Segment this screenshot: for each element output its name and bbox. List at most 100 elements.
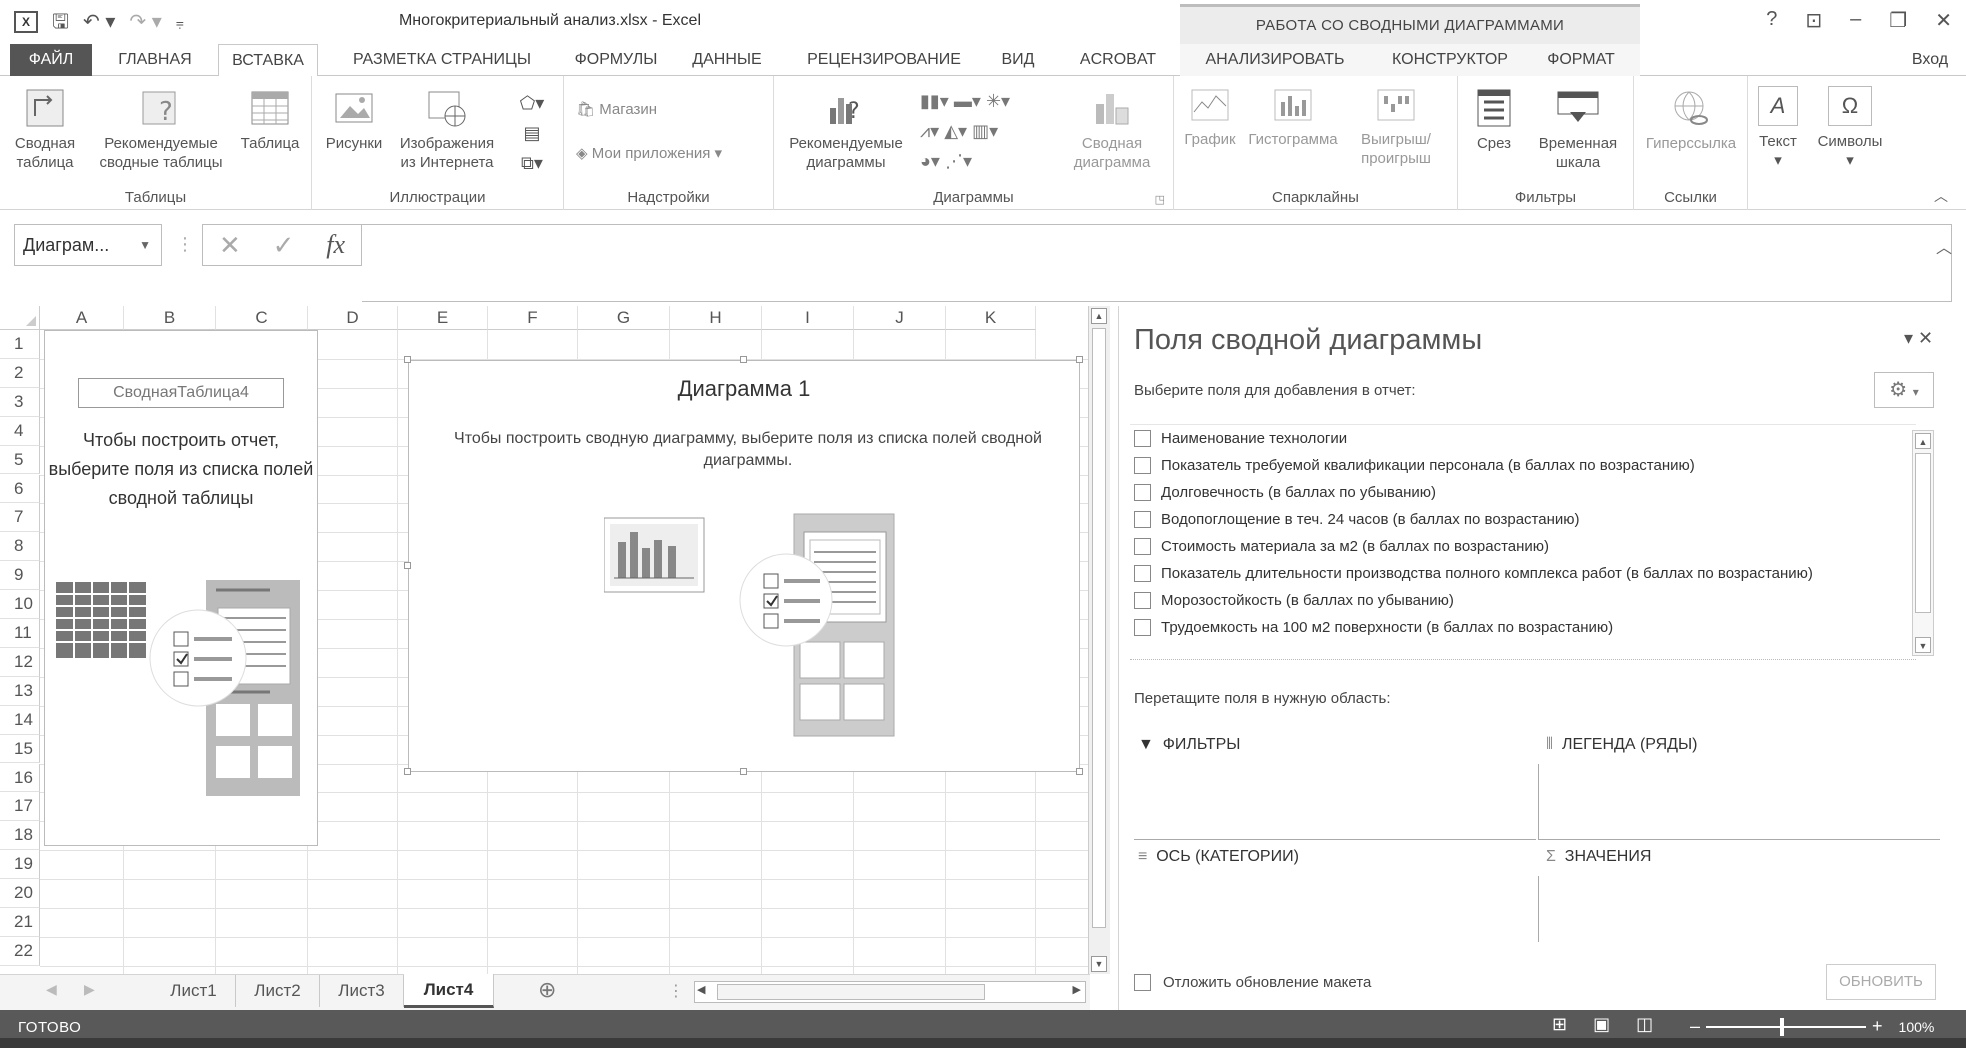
add-sheet-icon[interactable]: ⊕ xyxy=(538,977,556,1003)
values-drop-zone[interactable] xyxy=(1538,876,1940,942)
row-header[interactable]: 11 xyxy=(0,619,40,648)
sign-in-link[interactable]: Вход xyxy=(1900,44,1960,76)
enter-icon[interactable]: ✓ xyxy=(273,230,295,261)
resize-handle[interactable] xyxy=(740,356,747,363)
chart-title[interactable]: Диаграмма 1 xyxy=(408,376,1080,402)
sparkline-winloss-button[interactable]: Выигрыш/ проигрыш xyxy=(1346,88,1446,168)
column-header[interactable]: A xyxy=(40,306,124,330)
zoom-in-icon[interactable]: + xyxy=(1872,1016,1883,1037)
tab-review[interactable]: РЕЦЕНЗИРОВАНИЕ xyxy=(790,44,978,76)
zoom-out-icon[interactable]: – xyxy=(1690,1016,1700,1037)
sheet-tab[interactable]: Лист1 xyxy=(152,975,236,1007)
cancel-icon[interactable]: ✕ xyxy=(219,230,241,261)
row-header[interactable]: 4 xyxy=(0,416,40,446)
resize-handle[interactable] xyxy=(404,356,411,363)
field-item[interactable]: Показатель длительности производства пол… xyxy=(1134,565,1813,582)
tab-file[interactable]: ФАЙЛ xyxy=(10,44,92,76)
filters-drop-zone[interactable] xyxy=(1134,764,1536,840)
row-header[interactable]: 12 xyxy=(0,647,40,677)
resize-handle[interactable] xyxy=(1076,356,1083,363)
row-header[interactable]: 20 xyxy=(0,879,40,908)
column-header[interactable]: E xyxy=(398,306,488,330)
sheet-tab[interactable]: Лист2 xyxy=(236,975,320,1007)
tab-home[interactable]: ГЛАВНАЯ xyxy=(104,44,206,76)
row-header[interactable]: 18 xyxy=(0,821,40,851)
scroll-up-icon[interactable]: ▲ xyxy=(1915,433,1931,449)
sparkline-column-button[interactable]: Гистограмма xyxy=(1240,88,1346,149)
column-header[interactable]: I xyxy=(762,306,854,330)
sheet-tab[interactable]: Лист3 xyxy=(320,975,404,1007)
scroll-thumb[interactable] xyxy=(1092,328,1106,928)
close-icon[interactable]: ✕ xyxy=(1935,8,1952,33)
online-pictures-button[interactable]: Изображения из Интернета xyxy=(390,88,504,172)
column-header[interactable]: J xyxy=(854,306,946,330)
shapes-icon[interactable]: ⬠▾ xyxy=(512,88,552,118)
restore-icon[interactable]: ❐ xyxy=(1889,8,1907,33)
defer-update-row[interactable]: Отложить обновление макета xyxy=(1134,974,1371,991)
store-button[interactable]: 🛍 Магазин xyxy=(576,100,657,119)
zoom-slider[interactable] xyxy=(1706,1017,1867,1036)
field-item[interactable]: Наименование технологии xyxy=(1134,430,1347,447)
tools-gear-button[interactable]: ⚙ ▾ xyxy=(1874,372,1934,408)
line-chart-icon[interactable]: ⩘▾ xyxy=(920,121,939,141)
insert-function-icon[interactable]: fx xyxy=(326,230,345,260)
field-item[interactable]: Водопоглощение в теч. 24 часов (в баллах… xyxy=(1134,511,1580,528)
resize-handle[interactable] xyxy=(1076,768,1083,775)
vertical-scrollbar[interactable]: ▲ ▼ xyxy=(1088,306,1110,974)
symbols-button[interactable]: Ω Символы ▾ xyxy=(1810,86,1890,170)
expand-formula-icon[interactable]: ︿ xyxy=(1936,234,1952,258)
page-layout-view-icon[interactable]: ▣ xyxy=(1593,1014,1610,1035)
my-apps-button[interactable]: ◈ Мои приложения ▾ xyxy=(576,144,722,163)
checkbox[interactable] xyxy=(1134,457,1151,474)
sheet-tab-active[interactable]: Лист4 xyxy=(404,974,494,1008)
row-header[interactable]: 16 xyxy=(0,763,40,793)
resize-handle[interactable] xyxy=(404,768,411,775)
tab-format[interactable]: ФОРМАТ xyxy=(1536,44,1626,76)
checkbox[interactable] xyxy=(1134,484,1151,501)
checkbox[interactable] xyxy=(1134,538,1151,555)
tab-data[interactable]: ДАННЫЕ xyxy=(680,44,774,76)
row-header[interactable]: 14 xyxy=(0,705,40,735)
select-all-corner[interactable] xyxy=(0,306,40,330)
column-header[interactable]: B xyxy=(124,306,216,330)
scroll-right-icon[interactable]: ▶ xyxy=(1073,983,1081,996)
row-header[interactable]: 19 xyxy=(0,850,40,880)
slicer-button[interactable]: Срез xyxy=(1464,88,1524,153)
axis-drop-zone[interactable] xyxy=(1134,876,1536,942)
chevron-down-icon[interactable]: ▼ xyxy=(139,225,151,265)
horizontal-scrollbar[interactable]: ◀ ▶ xyxy=(694,981,1086,1003)
tab-analyze[interactable]: АНАЛИЗИРОВАТЬ xyxy=(1196,44,1354,76)
row-header[interactable]: 13 xyxy=(0,676,40,706)
scroll-sheets-left-icon[interactable]: ◀ xyxy=(46,981,57,998)
tab-acrobat[interactable]: ACROBAT xyxy=(1068,44,1168,76)
statistic-chart-icon[interactable]: ▥▾ xyxy=(972,121,998,141)
minimize-icon[interactable]: – xyxy=(1850,8,1861,33)
field-item[interactable]: Стоимость материала за м2 (в баллах по в… xyxy=(1134,538,1549,555)
collapse-ribbon-icon[interactable]: ︿ xyxy=(1934,186,1948,206)
column-header[interactable]: G xyxy=(578,306,670,330)
checkbox[interactable] xyxy=(1134,592,1151,609)
scatter-chart-icon[interactable]: ⋰▾ xyxy=(945,151,972,171)
recommended-pivot-button[interactable]: ? Рекомендуемые сводные таблицы xyxy=(94,88,228,172)
table-button[interactable]: Таблица xyxy=(232,88,308,153)
field-item[interactable]: Морозостойкость (в баллах по убыванию) xyxy=(1134,592,1454,609)
shapes-smartart-buttons[interactable]: ⬠▾ ▤ ⧉▾ xyxy=(512,88,552,178)
row-header[interactable]: 22 xyxy=(0,936,40,966)
smartart-icon[interactable]: ▤ xyxy=(512,118,552,148)
field-list-scrollbar[interactable]: ▲ ▼ xyxy=(1912,430,1934,656)
tab-insert[interactable]: ВСТАВКА xyxy=(218,44,318,77)
row-header[interactable]: 7 xyxy=(0,503,40,533)
update-button[interactable]: ОБНОВИТЬ xyxy=(1826,964,1936,1000)
field-item[interactable]: Трудоемкость на 100 м2 поверхности (в ба… xyxy=(1134,619,1613,636)
scroll-sheets-right-icon[interactable]: ▶ xyxy=(84,981,95,998)
checkbox[interactable] xyxy=(1134,511,1151,528)
recommended-charts-button[interactable]: ? Рекомендуемые диаграммы xyxy=(780,88,912,172)
sparkline-line-button[interactable]: График xyxy=(1178,88,1242,149)
row-header[interactable]: 3 xyxy=(0,387,40,417)
pane-options-icon[interactable]: ▾ ✕ xyxy=(1904,328,1933,349)
legend-drop-zone[interactable] xyxy=(1538,764,1940,840)
checkbox[interactable] xyxy=(1134,974,1151,991)
scroll-down-icon[interactable]: ▼ xyxy=(1915,637,1931,653)
resize-handle[interactable] xyxy=(404,562,411,569)
screenshot-icon[interactable]: ⧉▾ xyxy=(512,148,552,178)
